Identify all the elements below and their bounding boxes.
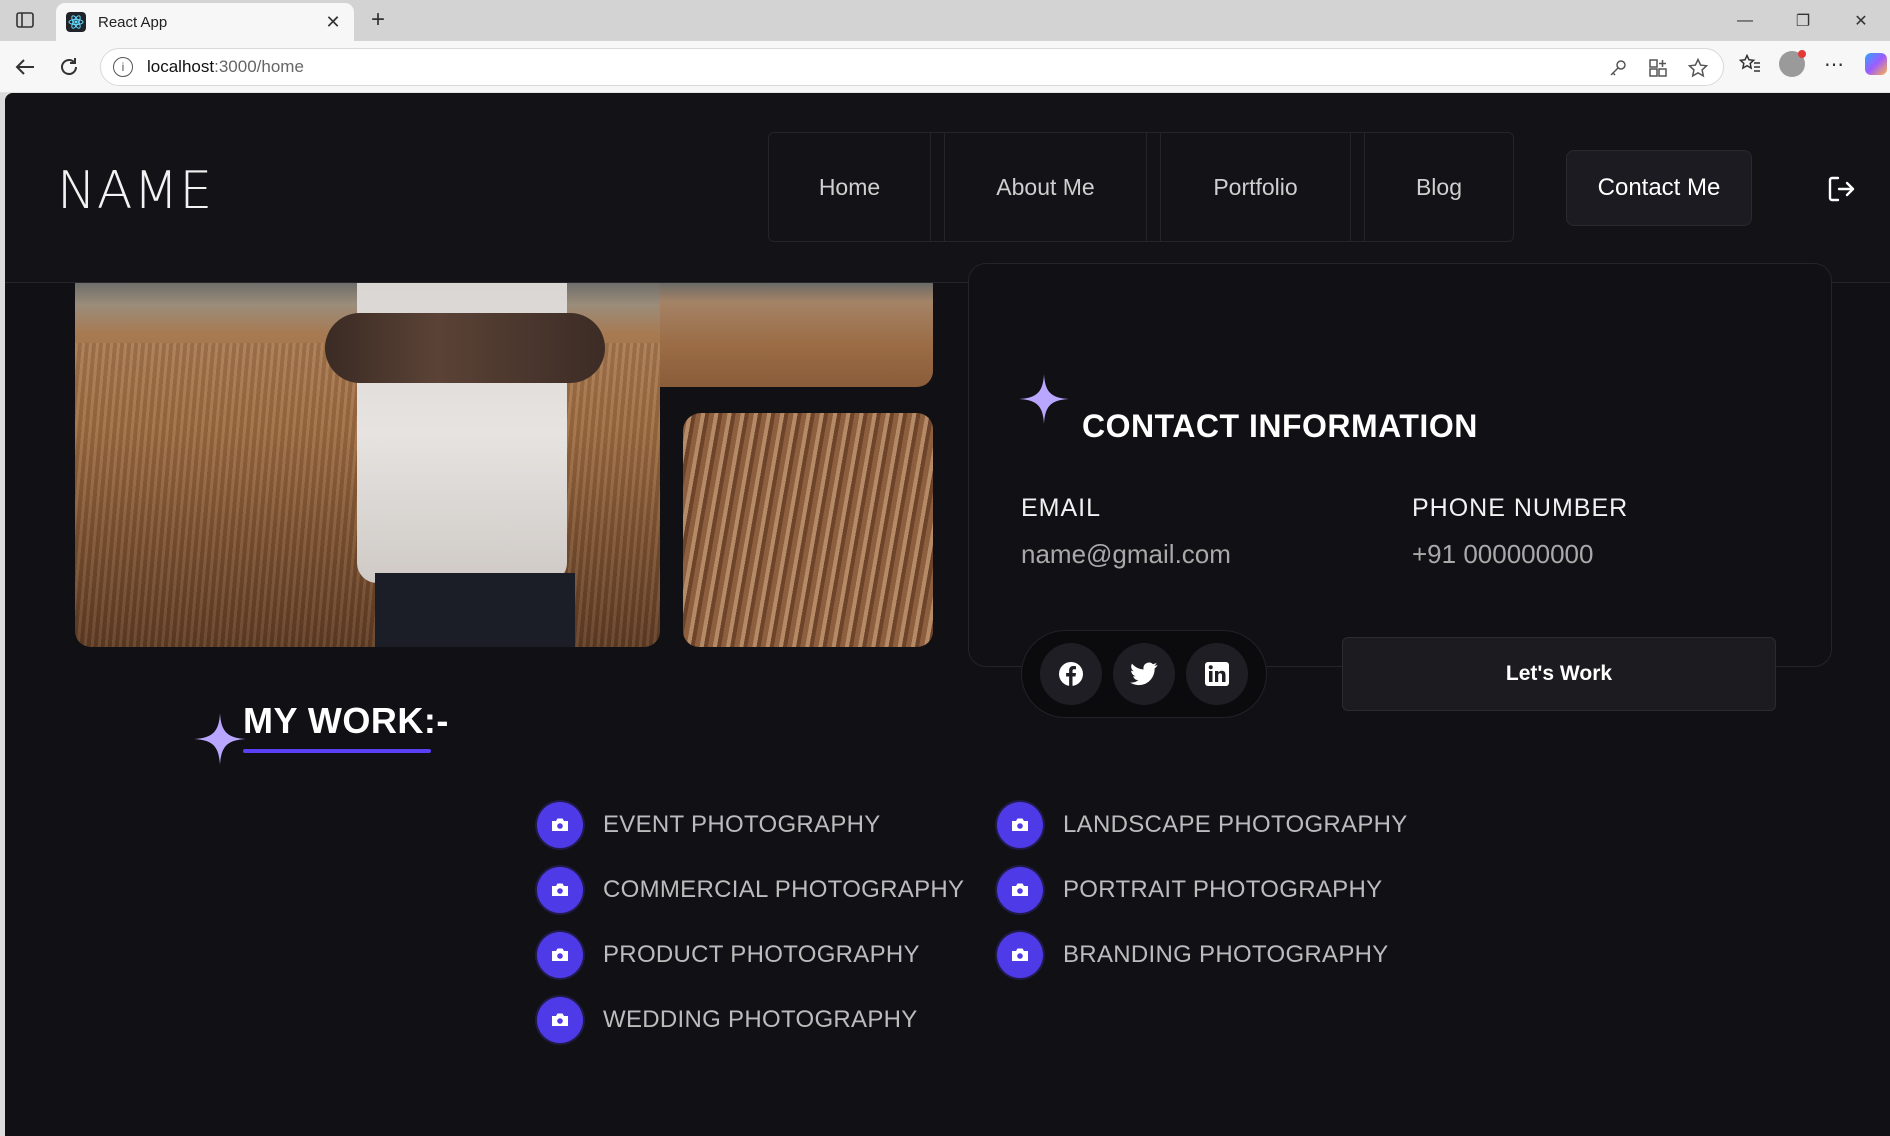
photo-right-top-panel (660, 283, 933, 387)
hero-photo (75, 283, 933, 647)
work-item-commercial[interactable]: COMMERCIAL PHOTOGRAPHY (537, 867, 964, 913)
logout-icon[interactable] (1825, 173, 1857, 205)
facebook-icon[interactable] (1039, 643, 1102, 705)
work-item-landscape[interactable]: LANDSCAPE PHOTOGRAPHY (997, 802, 1408, 848)
tab-title: React App (98, 13, 168, 31)
url-path: :3000/home (214, 57, 304, 76)
favorite-star-icon[interactable] (1687, 57, 1709, 79)
title-underline (243, 749, 431, 753)
work-item-branding[interactable]: BRANDING PHOTOGRAPHY (997, 932, 1389, 978)
my-work-title: MY WORK:- (243, 700, 449, 741)
work-item-event[interactable]: EVENT PHOTOGRAPHY (537, 802, 881, 848)
phone-label: PHONE NUMBER (1412, 494, 1629, 522)
email-label: EMAIL (1021, 494, 1102, 522)
contact-me-button[interactable]: Contact Me (1566, 150, 1752, 226)
sparkle-icon (1019, 374, 1069, 429)
email-value[interactable]: name@gmail.com (1021, 539, 1231, 570)
apps-icon[interactable] (1647, 57, 1669, 79)
window-controls: — ❐ ✕ (1716, 0, 1890, 41)
site-header: NAME Home About Me Portfolio Blog Contac… (5, 93, 1890, 283)
camera-icon (537, 932, 583, 978)
twitter-icon[interactable] (1112, 643, 1175, 705)
sparkle-icon (194, 713, 246, 770)
site-info-icon[interactable]: i (113, 57, 133, 77)
contact-card: CONTACT INFORMATION EMAIL name@gmail.com… (968, 263, 1832, 718)
main-nav: Home About Me Portfolio Blog (768, 132, 1514, 242)
brand-name[interactable]: NAME (57, 161, 213, 221)
work-item-label: BRANDING PHOTOGRAPHY (1063, 941, 1389, 968)
linkedin-icon[interactable] (1186, 643, 1249, 705)
copilot-icon[interactable] (1862, 50, 1890, 78)
nav-about[interactable]: About Me (945, 133, 1147, 241)
url-host: localhost (147, 57, 215, 76)
camera-icon (997, 867, 1043, 913)
more-options-icon[interactable]: ⋯ (1820, 50, 1848, 78)
camera-icon (537, 802, 583, 848)
phone-value[interactable]: +91 000000000 (1412, 539, 1593, 570)
sidebar-toggle-icon[interactable] (14, 10, 36, 30)
profile-avatar[interactable] (1778, 50, 1806, 78)
nav-portfolio[interactable]: Portfolio (1161, 133, 1351, 241)
photo-right-bottom-panel (683, 413, 933, 647)
work-item-label: COMMERCIAL PHOTOGRAPHY (603, 876, 965, 903)
minimize-icon[interactable]: — (1716, 0, 1774, 41)
work-item-label: PORTRAIT PHOTOGRAPHY (1063, 876, 1383, 903)
new-tab-icon[interactable]: + (364, 6, 392, 34)
camera-icon (537, 997, 583, 1043)
work-item-label: PRODUCT PHOTOGRAPHY (603, 941, 920, 968)
camera-icon (997, 802, 1043, 848)
work-item-portrait[interactable]: PORTRAIT PHOTOGRAPHY (997, 867, 1382, 913)
reload-icon[interactable] (56, 54, 82, 80)
nav-home[interactable]: Home (769, 133, 931, 241)
react-icon (66, 12, 86, 32)
browser-tab[interactable]: React App ✕ (56, 3, 354, 41)
work-item-label: WEDDING PHOTOGRAPHY (603, 1006, 918, 1033)
page: NAME Home About Me Portfolio Blog Contac… (5, 93, 1890, 1136)
camera-icon (537, 867, 583, 913)
lets-work-button[interactable]: Let's Work (1342, 637, 1776, 711)
back-icon[interactable] (12, 54, 38, 80)
nav-divider (1147, 133, 1161, 241)
work-item-label: LANDSCAPE PHOTOGRAPHY (1063, 811, 1408, 838)
work-item-label: EVENT PHOTOGRAPHY (603, 811, 881, 838)
window-close-icon[interactable]: ✕ (1832, 0, 1890, 41)
work-item-product[interactable]: PRODUCT PHOTOGRAPHY (537, 932, 920, 978)
favorites-icon[interactable] (1736, 50, 1764, 78)
browser-tab-bar: React App ✕ + — ❐ ✕ (0, 0, 1890, 41)
camera-icon (997, 932, 1043, 978)
address-bar[interactable]: i localhost:3000/home (100, 48, 1724, 86)
browser-toolbar: i localhost:3000/home ⋯ (0, 41, 1890, 93)
contact-info-title: CONTACT INFORMATION (1082, 408, 1478, 444)
restore-icon[interactable]: ❐ (1774, 0, 1832, 41)
work-item-wedding[interactable]: WEDDING PHOTOGRAPHY (537, 997, 918, 1043)
photo-left-panel (75, 283, 660, 647)
nav-divider (1351, 133, 1365, 241)
social-links (1021, 630, 1267, 718)
nav-divider (931, 133, 945, 241)
close-tab-icon[interactable]: ✕ (322, 12, 344, 33)
nav-blog[interactable]: Blog (1365, 133, 1513, 241)
key-icon[interactable] (1607, 57, 1629, 79)
